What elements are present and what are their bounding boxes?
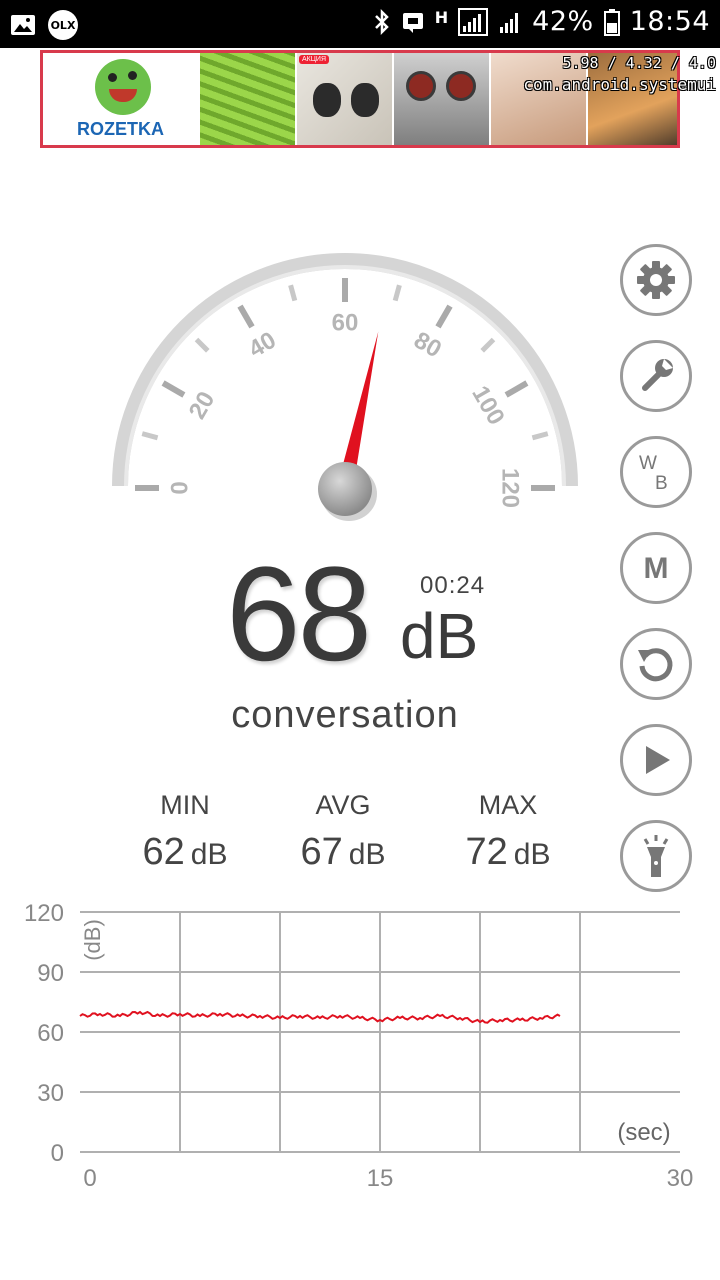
- stat-min-unit: dB: [190, 838, 228, 871]
- stat-avg: AVG 67 dB: [263, 790, 423, 874]
- wb-icon: W B: [639, 453, 668, 494]
- current-db-value: 68: [226, 540, 372, 689]
- gauge-minor-tick: [480, 337, 496, 353]
- stat-max-number: 72: [465, 831, 508, 873]
- gauge-tick-label: 80: [409, 327, 446, 364]
- image-icon: [11, 15, 35, 35]
- earbud-right: [351, 83, 379, 117]
- chart-x-tick-label: 0: [83, 1165, 96, 1192]
- ad-image-earbuds: АКЦИЯ: [297, 53, 392, 145]
- stat-min: MIN 62 dB: [105, 790, 265, 874]
- wrench-icon: [642, 359, 673, 391]
- gauge-major-tick: [237, 304, 255, 329]
- debug-perf: 5.98 / 4.32 / 4.0: [562, 54, 716, 72]
- gauge-major-tick: [435, 304, 453, 329]
- noise-description: conversation: [231, 694, 459, 736]
- gauge-tick-label: 100: [466, 381, 509, 429]
- chart-y-axis-label: (dB): [80, 919, 105, 961]
- db-unit: dB: [400, 600, 479, 672]
- stat-max-label: MAX: [478, 790, 538, 820]
- chart-grid: [80, 911, 680, 1153]
- stove-burner: [446, 71, 476, 101]
- chart-x-axis-label: (sec): [617, 1119, 670, 1146]
- reset-icon: [638, 648, 673, 682]
- gauge-major-tick: [504, 380, 529, 398]
- chart-y-tick-label: 60: [37, 1020, 64, 1047]
- calibrate-button[interactable]: [620, 340, 692, 412]
- stat-min-label: MIN: [160, 790, 210, 820]
- gauge-tick-label: 0: [166, 481, 193, 494]
- wb-letter-w: W: [639, 453, 657, 474]
- play-button[interactable]: [620, 724, 692, 796]
- ad-brand: ROZETKA: [77, 119, 164, 139]
- debug-package: com.android.systemui: [523, 75, 716, 94]
- chart-y-tick-label: 0: [51, 1140, 64, 1167]
- earbud-left: [313, 83, 341, 117]
- stove-burner: [406, 71, 436, 101]
- db-history-chart: 120 90 60 30 0 0 15 30 (dB) (sec): [24, 900, 693, 1192]
- chart-x-tick-label: 15: [367, 1165, 394, 1192]
- mode-button[interactable]: M: [620, 532, 692, 604]
- stat-min-number: 62: [142, 831, 185, 873]
- stat-avg-unit: dB: [348, 838, 386, 871]
- system-icons: H 42% 18:54: [373, 6, 710, 37]
- ad-image-stove: [394, 53, 489, 145]
- cast-icon: [402, 12, 423, 33]
- flashlight-icon: [643, 835, 669, 877]
- ad-logo: ROZETKA: [43, 53, 198, 145]
- chart-x-tick-label: 30: [667, 1165, 694, 1192]
- gauge-minor-tick: [141, 431, 159, 441]
- battery-percent: 42%: [532, 6, 594, 37]
- reset-button[interactable]: [620, 628, 692, 700]
- m-icon: M: [644, 552, 669, 585]
- battery-icon: [603, 8, 620, 36]
- status-bar: OLX H 42% 18:54: [0, 0, 720, 48]
- wb-letter-b: B: [655, 473, 668, 494]
- signal-icon: [500, 12, 519, 33]
- chart-y-tick-label: 120: [24, 900, 64, 927]
- signal-icon: [458, 7, 489, 36]
- stat-max-value: 72 dB: [428, 831, 588, 874]
- settings-button[interactable]: [620, 244, 692, 316]
- chart-y-ticks: 120 90 60 30 0: [24, 900, 64, 1167]
- chart-y-tick-label: 90: [37, 960, 64, 987]
- stat-max: MAX 72 dB: [428, 790, 588, 874]
- gauge-minor-tick: [392, 284, 402, 302]
- gauge-hub: [318, 462, 372, 516]
- sound-level-gauge: 0 20 40 60 80 100 120: [112, 253, 578, 521]
- stat-avg-value: 67 dB: [263, 831, 423, 874]
- chart-y-tick-label: 30: [37, 1080, 64, 1107]
- gauge-tick-label: 40: [244, 327, 281, 364]
- gauge-major-tick: [161, 380, 186, 398]
- stat-max-unit: dB: [513, 838, 551, 871]
- ad-image-hose: [200, 53, 295, 145]
- flashlight-button[interactable]: [620, 820, 692, 892]
- clock: 18:54: [629, 6, 710, 37]
- stat-avg-label: AVG: [315, 790, 371, 820]
- gauge-minor-tick: [531, 431, 549, 441]
- gear-icon: [637, 261, 675, 299]
- network-h-icon: H: [434, 8, 449, 27]
- elapsed-timer: 00:24: [420, 572, 486, 599]
- bluetooth-icon: [374, 8, 389, 35]
- gauge-tick-label: 60: [332, 309, 359, 336]
- weighting-button[interactable]: W B: [620, 436, 692, 508]
- gauge-tick-label: 120: [497, 468, 524, 508]
- chart-x-ticks: 0 15 30: [83, 1165, 693, 1192]
- stat-avg-number: 67: [300, 831, 343, 873]
- ad-badge: АКЦИЯ: [299, 55, 330, 64]
- gauge-minor-tick: [194, 337, 210, 353]
- stat-min-value: 62 dB: [105, 831, 265, 874]
- olx-icon: OLX: [48, 10, 78, 40]
- gauge-minor-tick: [288, 284, 298, 302]
- chart-series-line: [79, 1010, 561, 1024]
- rozetka-mascot-icon: [95, 59, 151, 115]
- play-icon: [646, 746, 670, 774]
- m-letter: M: [644, 552, 669, 585]
- gauge-tick-label: 20: [184, 387, 221, 424]
- notification-icons: OLX: [10, 10, 78, 40]
- debug-overlay: 5.98 / 4.32 / 4.0 com.android.systemui: [523, 52, 716, 96]
